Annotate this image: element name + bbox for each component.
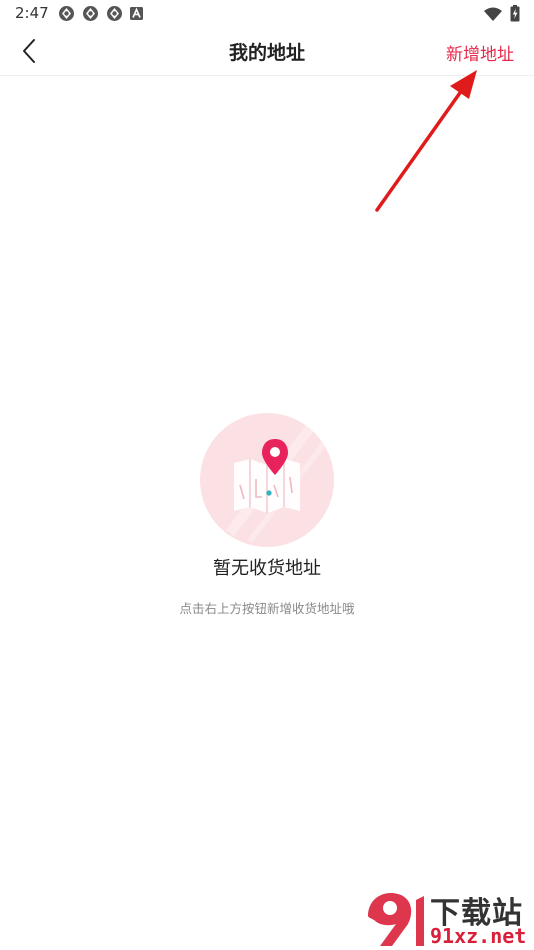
folded-map-icon (234, 459, 300, 513)
status-time: 2:47 (15, 4, 49, 22)
nav-bar: 我的地址 新增地址 (0, 28, 534, 76)
wifi-icon (484, 7, 502, 21)
aperture-icon (83, 6, 98, 21)
empty-address-illustration (200, 413, 334, 547)
empty-state-title: 暂无收货地址 (213, 558, 321, 579)
system-icons (484, 5, 520, 22)
battery-charging-icon (510, 5, 520, 22)
aperture-icon (107, 6, 122, 21)
font-a-icon (130, 7, 143, 20)
notification-icons (58, 5, 143, 22)
add-address-button[interactable]: 新增地址 (446, 40, 514, 65)
status-bar: 2:47 (0, 0, 534, 28)
watermark-url: 91xz.net (430, 924, 527, 948)
aperture-icon (59, 6, 74, 21)
location-dot (266, 490, 272, 496)
empty-state-hint: 点击右上方按钮新增收货地址哦 (179, 601, 355, 616)
